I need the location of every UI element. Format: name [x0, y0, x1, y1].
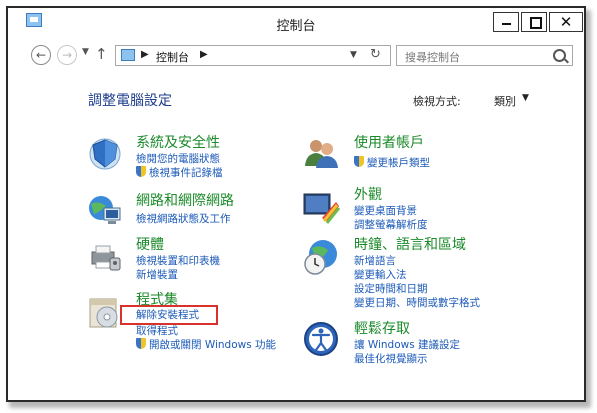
search-box[interactable]: 搜尋控制台 [396, 45, 573, 66]
system-security-icon[interactable] [86, 134, 124, 172]
link-view-devices-printers[interactable]: 檢視裝置和印表機 [136, 253, 220, 268]
up-arrow-icon: ↑ [95, 45, 108, 63]
maximize-button[interactable] [521, 12, 547, 32]
forward-button[interactable]: → [57, 45, 77, 65]
link-set-time-date[interactable]: 設定時間和日期 [354, 281, 428, 296]
link-add-device[interactable]: 新增裝置 [136, 267, 178, 282]
category-title-clock-language-region[interactable]: 時鐘、語言和區域 [354, 234, 466, 254]
chevron-down-icon[interactable]: ▼ [522, 93, 529, 103]
link-change-account-type[interactable]: 變更帳戶類型 [354, 155, 430, 170]
title-bar: 控制台 ✕ [8, 8, 584, 36]
clock-globe-icon[interactable] [302, 238, 340, 276]
link-label: 檢視事件記錄檔 [149, 167, 223, 179]
link-label: 變更帳戶類型 [367, 157, 430, 169]
link-add-language[interactable]: 新增語言 [354, 253, 396, 268]
ease-of-access-icon[interactable] [302, 320, 340, 358]
up-button[interactable]: ↑ [95, 45, 108, 63]
back-button[interactable]: ← [31, 45, 51, 65]
appearance-icon[interactable] [302, 188, 340, 226]
minimize-icon [502, 23, 511, 25]
category-title-system-security[interactable]: 系統及安全性 [136, 132, 220, 152]
breadcrumb-chevron-icon[interactable]: ▶ [141, 49, 149, 60]
link-label: 開啟或關閉 Windows 功能 [149, 339, 277, 351]
link-view-network-status[interactable]: 檢視網路狀態及工作 [136, 211, 231, 226]
shield-icon [136, 166, 146, 177]
network-icon[interactable] [86, 192, 124, 230]
programs-icon[interactable] [86, 293, 124, 331]
view-by-label: 檢視方式: [413, 95, 461, 108]
control-panel-window: 控制台 ✕ ← → ▼ ↑ ▶ 控制台 ▶ ▼ ↻ 搜尋控制台 調整電腦設定 檢… [6, 6, 586, 402]
hardware-icon[interactable] [86, 236, 124, 274]
page-title: 調整電腦設定 [88, 93, 172, 109]
category-title-hardware[interactable]: 硬體 [136, 234, 164, 254]
link-let-windows-suggest-settings[interactable]: 讓 Windows 建議設定 [354, 337, 460, 352]
back-arrow-icon: ← [35, 48, 47, 62]
maximize-icon [530, 17, 542, 29]
category-title-user-accounts[interactable]: 使用者帳戶 [354, 132, 424, 152]
link-change-input-method[interactable]: 變更輸入法 [354, 267, 407, 282]
link-view-event-logs[interactable]: 檢視事件記錄檔 [136, 165, 223, 180]
navigation-bar: ← → ▼ ↑ ▶ 控制台 ▶ ▼ ↻ 搜尋控制台 [8, 42, 584, 70]
breadcrumb-chevron-icon[interactable]: ▶ [200, 49, 208, 60]
users-icon[interactable] [302, 134, 340, 172]
recent-locations-button[interactable]: ▼ [82, 47, 89, 57]
highlight-box [120, 305, 218, 325]
link-optimize-visual-display[interactable]: 最佳化視覺顯示 [354, 351, 428, 366]
link-turn-windows-features[interactable]: 開啟或關閉 Windows 功能 [136, 337, 276, 352]
close-icon: ✕ [559, 13, 573, 31]
view-by-dropdown[interactable]: 類別 [494, 93, 516, 109]
link-get-programs[interactable]: 取得程式 [136, 323, 178, 338]
search-input[interactable]: 搜尋控制台 [405, 49, 460, 65]
category-title-ease-of-access[interactable]: 輕鬆存取 [354, 318, 410, 338]
shield-icon [136, 338, 146, 349]
link-review-computer-status[interactable]: 檢閱您的電腦狀態 [136, 151, 220, 166]
search-icon[interactable] [553, 49, 566, 62]
close-button[interactable]: ✕ [549, 12, 583, 32]
category-title-appearance[interactable]: 外觀 [354, 184, 382, 204]
shield-icon [354, 156, 364, 167]
breadcrumb-control-panel[interactable]: 控制台 [156, 49, 189, 65]
address-dropdown-icon[interactable]: ▼ [350, 50, 357, 60]
forward-arrow-icon: → [61, 48, 73, 62]
link-change-desktop-background[interactable]: 變更桌面背景 [354, 203, 417, 218]
refresh-icon[interactable]: ↻ [370, 47, 381, 62]
link-adjust-screen-resolution[interactable]: 調整螢幕解析度 [354, 217, 428, 232]
address-bar[interactable]: ▶ 控制台 ▶ ▼ ↻ [115, 45, 391, 66]
minimize-button[interactable] [493, 12, 519, 32]
link-change-date-time-number-formats[interactable]: 變更日期、時間或數字格式 [354, 295, 480, 310]
category-title-network-internet[interactable]: 網路和網際網路 [136, 190, 234, 210]
control-panel-icon [121, 49, 135, 61]
